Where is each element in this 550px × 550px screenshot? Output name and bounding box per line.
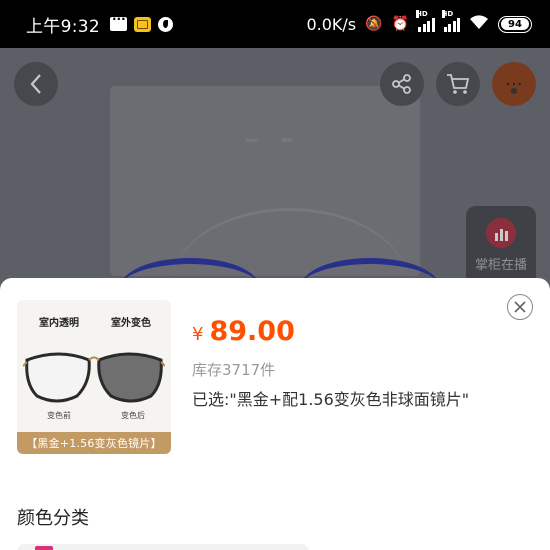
price-value: 89.00 [209, 316, 295, 347]
share-icon [392, 74, 411, 94]
battery-icon: 94 [498, 15, 532, 33]
selected-sku: 已选:"黑金+配1.56变灰色非球面镜片" [192, 390, 470, 409]
stock-count: 库存3717件 [192, 361, 276, 379]
more-button[interactable]: ··· [492, 62, 536, 106]
color-category-title: 颜色分类 [17, 508, 89, 529]
thumb-label-indoor: 室内透明 [39, 318, 79, 329]
sku-selection-sheet: 室内透明 室外变色 变色前 变色后 【黑金+1.56变灰色镜片】 ¥ 89.00… [0, 278, 550, 550]
more-badge-dot [511, 88, 517, 94]
thumb-banner: 【黑金+1.56变灰色镜片】 [17, 432, 171, 454]
glasses-image [23, 352, 165, 403]
thumb-label-after: 变色后 [121, 411, 145, 420]
network-speed: 0.0K/s [306, 14, 357, 34]
status-bar: 上午9:32 0.0K/s 🔕 ⏰ HD HD 94 [0, 0, 550, 48]
thumb-label-outdoor: 室外变色 [111, 318, 151, 329]
signal-icon: HD [416, 9, 435, 32]
price: ¥ 89.00 [192, 316, 295, 347]
wifi-icon [469, 14, 489, 34]
globe-icon [157, 16, 173, 32]
close-button[interactable] [507, 294, 533, 320]
share-button[interactable] [380, 62, 424, 106]
live-label: 掌柜在播 [474, 258, 527, 273]
signal-hd-label: HD [416, 9, 428, 18]
message-icon [109, 12, 127, 31]
product-tiny-label-right: Mini [282, 138, 293, 144]
alarm-icon: ⏰ [391, 16, 409, 32]
thumb-label-before: 变色前 [47, 411, 71, 420]
status-right: 0.0K/s 🔕 ⏰ HD HD 94 [306, 9, 532, 34]
close-icon [514, 301, 526, 313]
back-button[interactable] [14, 62, 58, 106]
mail-icon [133, 16, 151, 32]
signal-icon-2: HD [441, 9, 460, 32]
price-currency: ¥ [192, 324, 204, 345]
product-tiny-label-left: 2mm [245, 138, 258, 144]
back-arrow-icon [30, 74, 41, 94]
sku-thumbnail[interactable]: 室内透明 室外变色 变色前 变色后 【黑金+1.56变灰色镜片】 [17, 300, 171, 454]
live-stream-button[interactable]: 掌柜在播 [466, 206, 536, 286]
color-option-chip[interactable] [17, 544, 309, 550]
live-icon [486, 218, 516, 248]
mute-icon: 🔕 [365, 16, 383, 32]
status-time: 上午9:32 [26, 16, 100, 37]
notification-icons [109, 12, 173, 32]
battery-level: 94 [501, 18, 529, 30]
cart-icon [447, 74, 470, 94]
cart-button[interactable] [436, 62, 480, 106]
signal-hd-label-2: HD [441, 9, 454, 18]
